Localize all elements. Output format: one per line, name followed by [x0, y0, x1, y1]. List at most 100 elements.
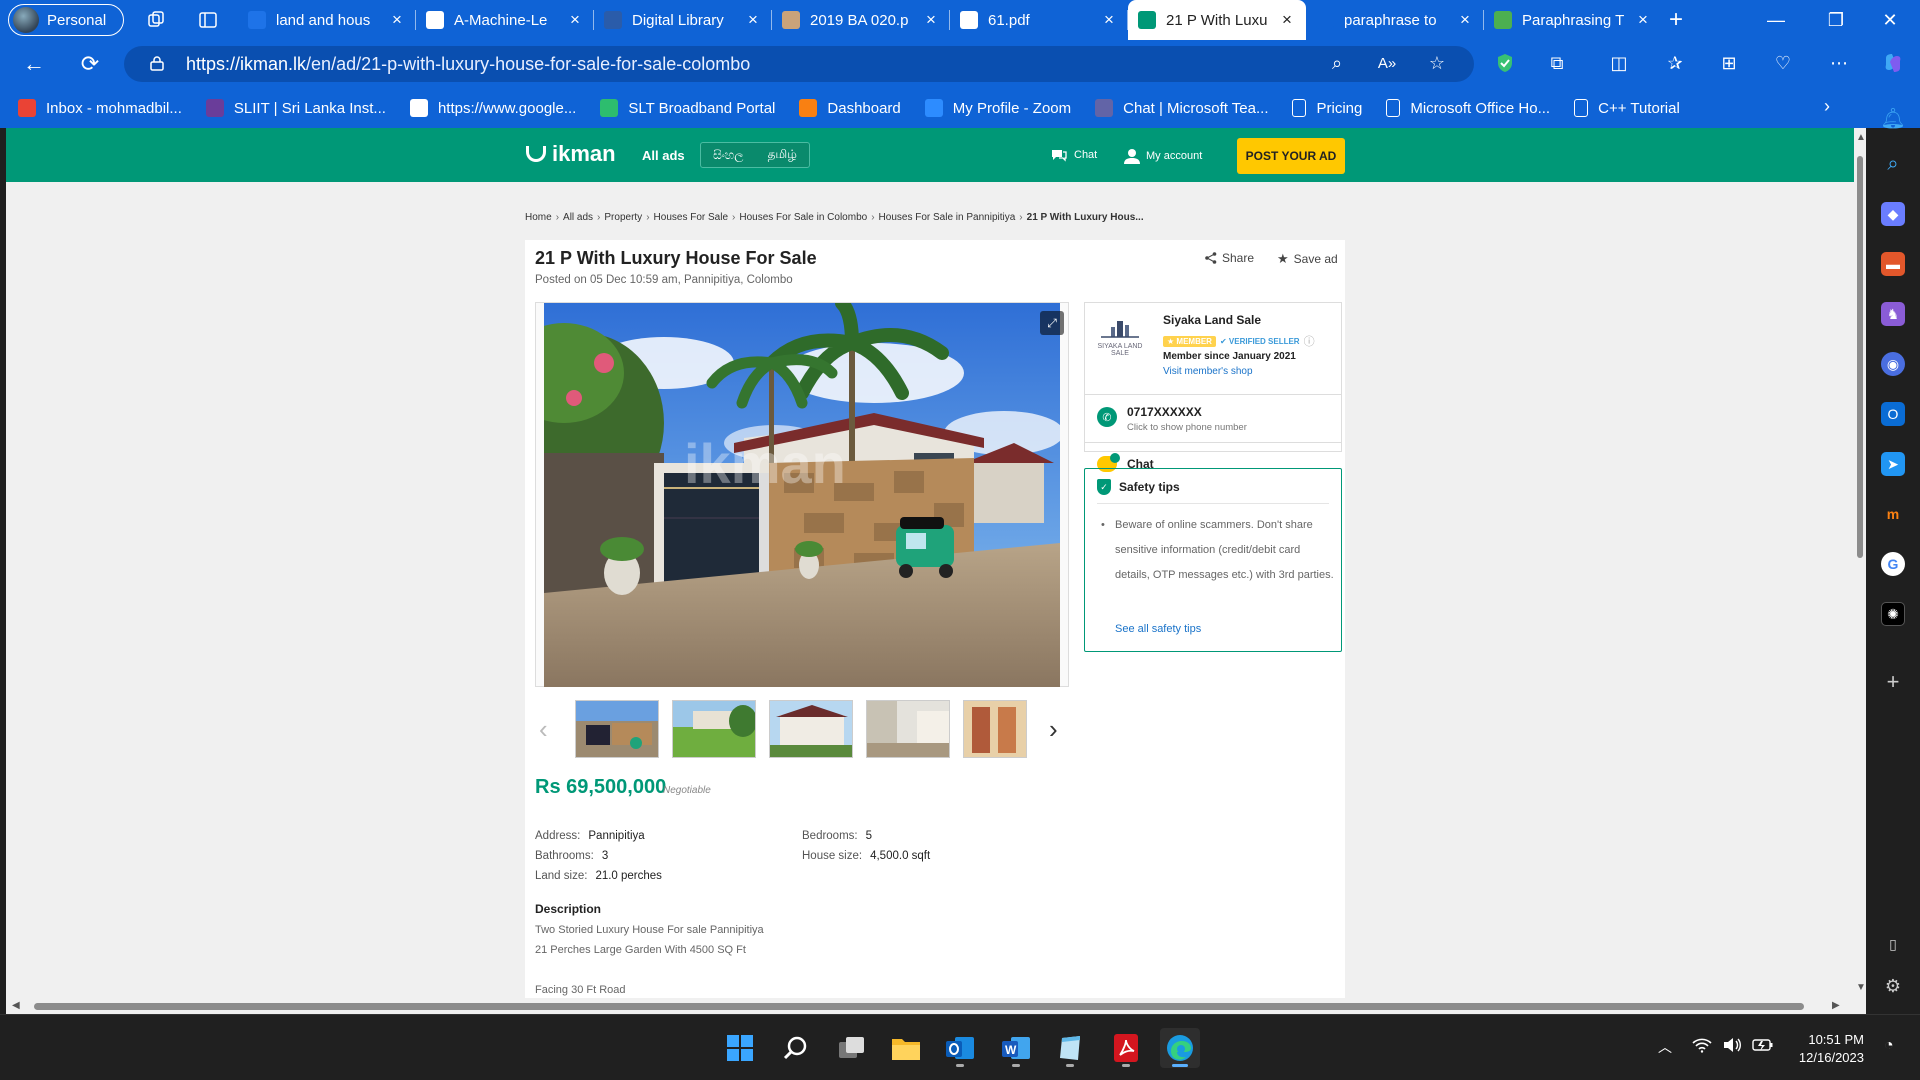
word-icon[interactable]: W [996, 1028, 1036, 1068]
breadcrumb-item[interactable]: Houses For Sale in Colombo [739, 212, 867, 223]
breadcrumb-item[interactable]: Home [525, 212, 552, 223]
thumbnail-4[interactable] [866, 700, 950, 758]
address-bar[interactable]: https://ikman.lk/en/ad/21-p-with-luxury-… [124, 46, 1474, 82]
microsoft-365-icon[interactable]: ◉ [1881, 352, 1905, 376]
close-tab-icon[interactable]: × [1456, 10, 1474, 30]
breadcrumb-item[interactable]: Property [604, 212, 642, 223]
task-view-icon[interactable] [832, 1028, 872, 1068]
vertical-scroll-thumb[interactable] [1857, 156, 1863, 558]
chevron-up-icon[interactable]: ︿ [1658, 1037, 1672, 1057]
volume-icon[interactable] [1722, 1037, 1742, 1056]
favorite-link[interactable]: SLIIT | Sri Lanka Inst... [205, 99, 386, 117]
my-account-link[interactable]: My account [1124, 148, 1202, 164]
header-chat-link[interactable]: Chat [1050, 148, 1097, 162]
save-ad-button[interactable]: ★ Save ad [1277, 251, 1338, 267]
notepad-icon[interactable] [1050, 1028, 1090, 1068]
new-tab-icon[interactable]: + [1664, 6, 1688, 33]
wifi-icon[interactable] [1692, 1037, 1712, 1056]
refresh-icon[interactable]: ⟳ [76, 50, 104, 78]
breadcrumb-item[interactable]: All ads [563, 212, 593, 223]
tools-icon[interactable]: ▬ [1881, 252, 1905, 276]
favorite-link[interactable]: SLT Broadband Portal [600, 99, 775, 117]
visit-shop-link[interactable]: Visit member's shop [1163, 366, 1253, 377]
favorite-link[interactable]: Chat | Microsoft Tea... [1095, 99, 1268, 117]
copilot-icon[interactable] [1880, 50, 1906, 76]
zoom-icon[interactable]: ⌕ [1324, 50, 1350, 76]
battery-icon[interactable] [1752, 1037, 1774, 1056]
shield-extension-icon[interactable] [1492, 50, 1518, 76]
favorite-star-icon[interactable]: ☆ [1424, 50, 1450, 76]
workspaces-icon[interactable] [144, 8, 168, 32]
games-icon[interactable]: ♞ [1881, 302, 1905, 326]
minimize-icon[interactable]: — [1746, 0, 1806, 40]
favorite-link[interactable]: Microsoft Office Ho... [1386, 99, 1550, 117]
system-clock[interactable]: 10:51 PM 12/16/2023 [1790, 1031, 1864, 1067]
expand-icon[interactable]: ⤢ [1040, 311, 1064, 335]
favorite-link[interactable]: https://www.google... [409, 99, 576, 117]
shopping-tag-icon[interactable]: ◆ [1881, 202, 1905, 226]
close-tab-icon[interactable]: × [922, 10, 940, 30]
settings-gear-icon[interactable]: ⚙ [1881, 974, 1905, 998]
share-button[interactable]: Share [1205, 251, 1254, 265]
thumbnail-3[interactable] [769, 700, 853, 758]
performance-icon[interactable]: ♡ [1770, 50, 1796, 76]
seller-name[interactable]: Siyaka Land Sale [1163, 313, 1261, 327]
breadcrumb-item[interactable]: Houses For Sale in Pannipitiya [879, 212, 1016, 223]
all-ads-link[interactable]: All ads [642, 148, 685, 163]
edge-icon[interactable] [1160, 1028, 1200, 1068]
favorite-link[interactable]: My Profile - Zoom [924, 99, 1071, 117]
chevron-right-icon[interactable]: › [1824, 96, 1830, 117]
horizontal-scroll-thumb[interactable] [34, 1003, 1804, 1010]
breadcrumb-item[interactable]: Houses For Sale [654, 212, 728, 223]
chevron-right-icon[interactable]: › [1049, 714, 1058, 745]
browser-tab[interactable]: 61.pdf × [950, 0, 1128, 40]
moodle-icon[interactable]: m [1881, 502, 1905, 526]
main-photo[interactable]: ikman ⤢ [535, 302, 1069, 687]
browser-tab[interactable]: 2019 BA 020.p × [772, 0, 950, 40]
chevron-left-icon[interactable]: ‹ [539, 714, 548, 745]
search-icon[interactable]: ⌕ [1881, 152, 1905, 176]
browser-tab[interactable]: Digital Library × [594, 0, 772, 40]
browser-tab[interactable]: A-Machine-Le × [416, 0, 594, 40]
extensions-icon[interactable]: ⧉ [1544, 50, 1570, 76]
scroll-down-icon[interactable]: ▼ [1856, 982, 1866, 993]
vertical-scrollbar[interactable]: ▲ ▼ [1854, 128, 1866, 998]
close-tab-icon[interactable]: × [1100, 10, 1118, 30]
split-screen-icon[interactable]: ◫ [1606, 50, 1632, 76]
favorite-link[interactable]: Dashboard [799, 99, 901, 117]
scroll-left-icon[interactable]: ◀ [12, 1000, 20, 1011]
lang-tamil[interactable]: தமிழ் [768, 147, 797, 163]
post-your-ad-button[interactable]: POST YOUR AD [1237, 138, 1345, 174]
ikman-logo[interactable]: ikman [526, 141, 616, 167]
favorite-link[interactable]: Pricing [1292, 99, 1362, 117]
browser-tab[interactable]: land and hous × [238, 0, 416, 40]
scroll-up-icon[interactable]: ▲ [1856, 132, 1866, 143]
browser-tab[interactable]: Paraphrasing T × [1484, 0, 1662, 40]
back-icon[interactable]: ← [20, 50, 48, 78]
google-icon[interactable]: G [1881, 552, 1905, 576]
close-tab-icon[interactable]: × [566, 10, 584, 30]
search-icon[interactable] [776, 1028, 816, 1068]
add-icon[interactable]: + [1881, 669, 1905, 694]
collections-icon[interactable]: ⊞ [1716, 50, 1742, 76]
send-icon[interactable]: ➤ [1881, 452, 1905, 476]
notification-bell-icon[interactable]: 🔔︎ [1880, 106, 1905, 130]
close-tab-icon[interactable]: × [744, 10, 762, 30]
restore-icon[interactable]: ❐ [1806, 0, 1866, 40]
favorite-link[interactable]: Inbox - mohmadbil... [18, 99, 182, 117]
more-menu-icon[interactable]: ⋯ [1826, 50, 1852, 76]
see-all-safety-tips-link[interactable]: See all safety tips [1115, 623, 1201, 635]
horizontal-scrollbar[interactable]: ◀ ▶ [6, 998, 1854, 1014]
info-icon[interactable]: ⓘ [1304, 333, 1315, 349]
acrobat-icon[interactable] [1106, 1028, 1146, 1068]
browser-tab[interactable]: 21 P With Luxu × [1128, 0, 1306, 40]
thumbnail-2[interactable] [672, 700, 756, 758]
favorites-icon[interactable]: ✰ [1662, 50, 1688, 76]
browser-tab[interactable]: paraphrase to × [1306, 0, 1484, 40]
chatgpt-icon[interactable]: ✺ [1881, 602, 1905, 626]
tab-actions-icon[interactable] [196, 8, 220, 32]
outlook-icon[interactable] [940, 1028, 980, 1068]
phone-row[interactable]: ✆ 0717XXXXXX Click to show phone number [1085, 395, 1341, 443]
thumbnail-1[interactable] [575, 700, 659, 758]
lang-sinhala[interactable]: සිංහල [713, 148, 743, 163]
